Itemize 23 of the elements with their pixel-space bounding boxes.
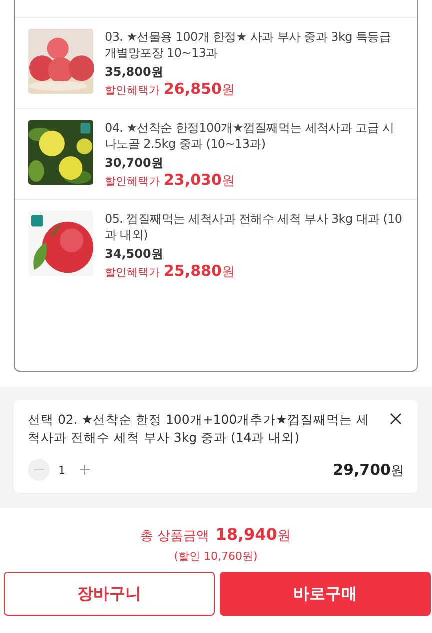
discount-price: 23,030원 [164, 171, 235, 191]
total-amount: 18,940원 [216, 525, 292, 545]
original-price: 35,800원 [105, 64, 164, 80]
discount-label: 할인혜택가 [105, 83, 160, 99]
discount-label: 할인혜택가 [105, 174, 160, 190]
quantity-value: 1 [58, 464, 66, 476]
discount-price: 26,850원 [164, 80, 235, 100]
cart-button[interactable]: 장바구니 [4, 572, 215, 616]
discount-amount: (할인 10,760원) [174, 549, 258, 564]
product-title[interactable]: 05. 껍질째먹는 세척사과 전해수 세척 부사 3kg 대과 (10과 내외) [105, 211, 404, 243]
product-title[interactable]: 03. ★선물용 100개 한정★ 사과 부사 중과 3kg 특등급 개별망포장 10~13과 [105, 29, 404, 61]
plus-icon [80, 465, 90, 475]
original-price: 34,500원 [105, 246, 164, 262]
discount-price: 25,880원 [164, 262, 235, 282]
option-price: 29,700원 [333, 460, 404, 480]
discount-label: 할인혜택가 [105, 265, 160, 281]
product-title[interactable]: 04. ★선착순 한정100개★껍질째먹는 세척사과 고급 시나노골 2.5kg 중과 (10~13과) [105, 120, 404, 152]
close-icon [390, 413, 402, 425]
total-label: 총 상품금액 [140, 528, 210, 545]
option-title: 선택 02. ★선착순 한정 100개+100개추가★껍질째먹는 세척사과 전해수 세척 부사 3kg 중과 (14과 내외) [28, 411, 370, 447]
buy-button[interactable]: 바로구매 [220, 572, 431, 616]
close-button[interactable] [388, 411, 404, 427]
original-price: 30,700원 [105, 155, 164, 171]
